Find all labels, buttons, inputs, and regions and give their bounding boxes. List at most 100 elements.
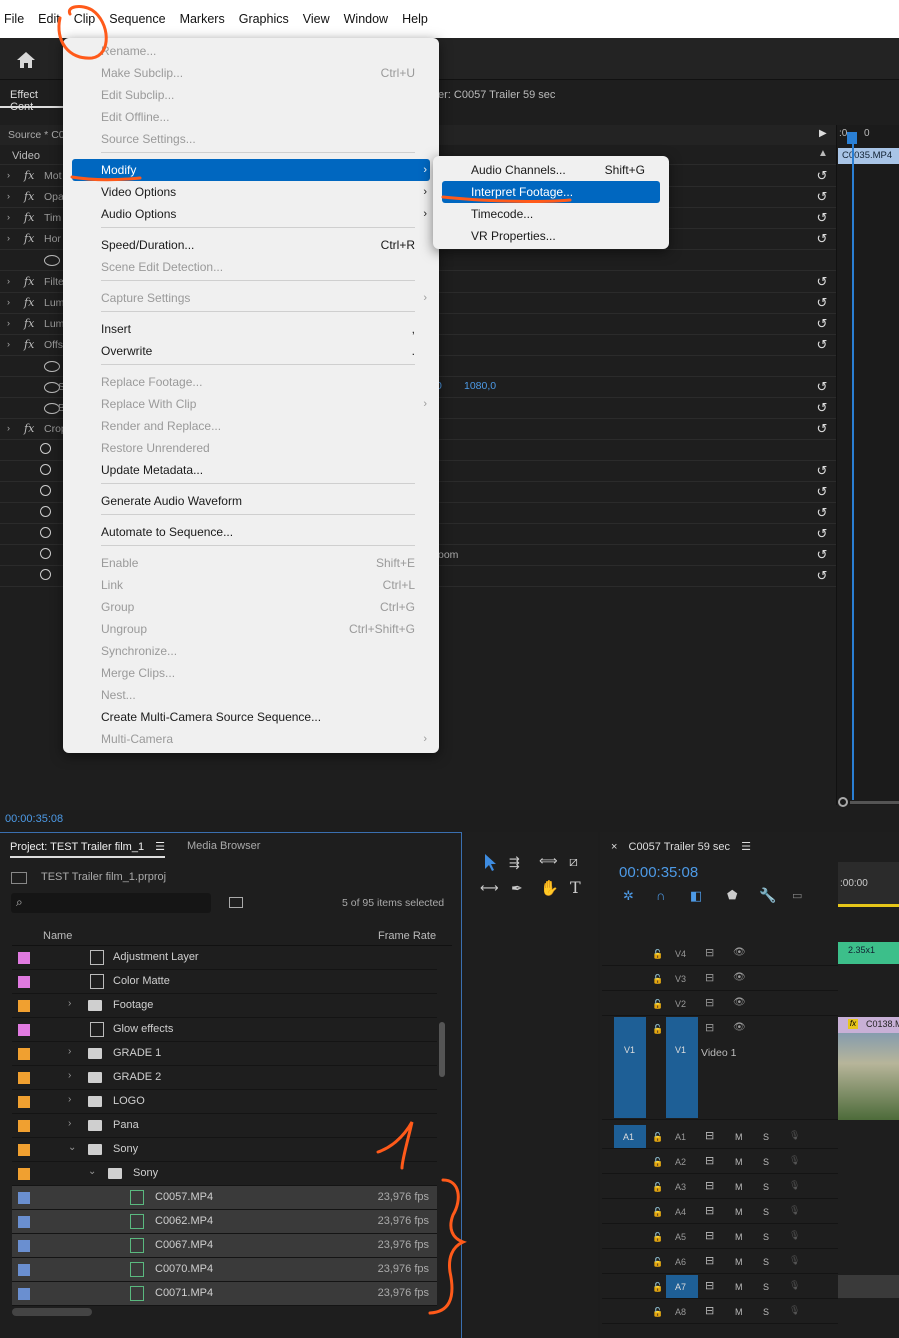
audio-track-header[interactable]: 🔓 A5 ⊟ M S 🎙: [602, 1225, 838, 1249]
clip-menu-item[interactable]: Render and Replace...: [63, 415, 439, 437]
video-track-header[interactable]: 🔓 V3 ⊟ 👁: [602, 967, 838, 991]
fx-icon[interactable]: fx: [24, 422, 34, 435]
col-name[interactable]: Name: [43, 930, 72, 942]
reset-icon[interactable]: ↺: [814, 338, 830, 352]
sync-lock-icon[interactable]: ⊟: [705, 946, 714, 959]
fx-icon[interactable]: fx: [24, 275, 34, 288]
lock-icon[interactable]: 🔓: [652, 1257, 663, 1268]
lock-icon[interactable]: 🔓: [652, 1207, 663, 1218]
stopwatch-icon[interactable]: [40, 548, 51, 559]
playhead[interactable]: [852, 140, 854, 800]
menu-view[interactable]: View: [296, 0, 337, 38]
modify-menu-item[interactable]: VR Properties...: [433, 225, 669, 247]
sync-lock-icon[interactable]: ⊟: [705, 1021, 714, 1034]
reset-icon[interactable]: ↺: [814, 190, 830, 204]
sync-lock-icon[interactable]: ⊟: [705, 971, 714, 984]
work-area-bar[interactable]: [838, 904, 899, 907]
sync-lock-icon[interactable]: ⊟: [705, 1129, 714, 1142]
list-item[interactable]: C0070.MP4 23,976 fps: [12, 1258, 437, 1282]
hand-tool-icon[interactable]: ✋: [540, 879, 559, 897]
list-item[interactable]: › Pana: [12, 1114, 437, 1138]
clip-menu-item[interactable]: Overwrite.: [63, 340, 439, 362]
clip-menu-item[interactable]: Group Ctrl+G: [63, 596, 439, 618]
fx-icon[interactable]: fx: [24, 296, 34, 309]
list-item[interactable]: ⌄ Sony: [12, 1162, 437, 1186]
audio-track-header[interactable]: 🔓 A3 ⊟ M S 🎙: [602, 1175, 838, 1199]
col-frame-rate[interactable]: Frame Rate: [378, 930, 436, 942]
disclosure-triangle-icon[interactable]: ›: [68, 998, 71, 1009]
sync-lock-icon[interactable]: ⊟: [705, 1154, 714, 1167]
audio-track-header[interactable]: 🔓 A8 ⊟ M S 🎙: [602, 1300, 838, 1324]
play-arrow-icon[interactable]: ▶: [819, 128, 827, 139]
label-color-swatch[interactable]: [18, 1144, 30, 1156]
lock-icon[interactable]: 🔓: [652, 1307, 663, 1318]
tab-sequence[interactable]: × C0057 Trailer 59 sec ☰: [611, 840, 751, 853]
clip-menu-item[interactable]: Insert,: [63, 318, 439, 340]
sync-lock-icon[interactable]: ⊟: [705, 1229, 714, 1242]
audio-track-header[interactable]: A1 🔓 A1 ⊟ M S 🎙: [602, 1125, 838, 1149]
label-color-swatch[interactable]: [18, 1168, 30, 1180]
mute-button[interactable]: M: [735, 1257, 743, 1267]
mute-button[interactable]: M: [735, 1207, 743, 1217]
eye-icon[interactable]: 👁: [733, 1022, 746, 1033]
ec-clip-bar[interactable]: C0035.MP4: [838, 148, 899, 164]
label-color-swatch[interactable]: [18, 1264, 30, 1276]
clip-menu-item[interactable]: Link Ctrl+L: [63, 574, 439, 596]
microphone-icon[interactable]: 🎙: [789, 1280, 800, 1291]
stopwatch-icon[interactable]: [40, 464, 51, 475]
razor-icon[interactable]: ⧄: [569, 853, 578, 870]
audio-track-header[interactable]: 🔓 A6 ⊟ M S 🎙: [602, 1250, 838, 1274]
clip-menu-item[interactable]: Replace With Clip ›: [63, 393, 439, 415]
lock-icon[interactable]: 🔓: [652, 1024, 663, 1035]
clip-menu-item[interactable]: Merge Clips...: [63, 662, 439, 684]
pen-tool-icon[interactable]: ✒: [511, 880, 523, 897]
menu-window[interactable]: Window: [337, 0, 395, 38]
label-color-swatch[interactable]: [18, 1240, 30, 1252]
reset-icon[interactable]: ↺: [814, 506, 830, 520]
menu-file[interactable]: File: [0, 0, 31, 38]
reset-icon[interactable]: ↺: [814, 275, 830, 289]
sync-lock-icon[interactable]: ⊟: [705, 996, 714, 1009]
label-color-swatch[interactable]: [18, 1024, 30, 1036]
tab-effect-controls[interactable]: Effect Cont: [0, 84, 64, 113]
modify-menu-item[interactable]: Audio Channels... Shift+G: [433, 159, 669, 181]
modify-menu-item[interactable]: Timecode...: [433, 203, 669, 225]
menu-graphics[interactable]: Graphics: [232, 0, 296, 38]
lock-icon[interactable]: 🔓: [652, 949, 663, 960]
reset-icon[interactable]: ↺: [814, 548, 830, 562]
selection-tool-icon[interactable]: [480, 852, 500, 872]
lock-icon[interactable]: 🔓: [652, 1132, 663, 1143]
fx-icon[interactable]: fx: [24, 232, 34, 245]
disclosure-triangle-icon[interactable]: ›: [68, 1046, 71, 1057]
list-item[interactable]: › GRADE 2: [12, 1066, 437, 1090]
solo-button[interactable]: S: [763, 1132, 769, 1142]
audio-track-header[interactable]: 🔓 A4 ⊟ M S 🎙: [602, 1200, 838, 1224]
list-item[interactable]: › GRADE 1: [12, 1042, 437, 1066]
clip-menu-item[interactable]: Ungroup Ctrl+Shift+G: [63, 618, 439, 640]
mask-ellipse-icon[interactable]: [44, 361, 60, 372]
eye-icon[interactable]: 👁: [733, 947, 746, 958]
stopwatch-icon[interactable]: [40, 569, 51, 580]
lock-icon[interactable]: 🔓: [652, 1282, 663, 1293]
param-value-2[interactable]: 1080,0: [464, 380, 496, 392]
lock-icon[interactable]: 🔓: [652, 974, 663, 985]
clip-menu-item[interactable]: Restore Unrendered: [63, 437, 439, 459]
fx-icon[interactable]: fx: [24, 338, 34, 351]
scroll-up-icon[interactable]: ▲: [818, 148, 828, 159]
stopwatch-icon[interactable]: [40, 443, 51, 454]
expand-chevron-icon[interactable]: ›: [7, 318, 10, 328]
clip-menu-item[interactable]: Modify ›: [72, 159, 430, 181]
reset-icon[interactable]: ↺: [814, 296, 830, 310]
clip-menu-item[interactable]: Nest...: [63, 684, 439, 706]
captions-icon[interactable]: ▭: [792, 889, 802, 902]
clip-menu-item[interactable]: Audio Options ›: [63, 203, 439, 225]
disclosure-triangle-icon[interactable]: ›: [68, 1118, 71, 1129]
clip-menu-item[interactable]: Update Metadata...: [63, 459, 439, 481]
label-color-swatch[interactable]: [18, 976, 30, 988]
microphone-icon[interactable]: 🎙: [789, 1255, 800, 1266]
clip-menu-item[interactable]: Speed/Duration... Ctrl+R: [63, 234, 439, 256]
playhead-handle[interactable]: [847, 132, 857, 144]
fx-icon[interactable]: fx: [24, 317, 34, 330]
mute-button[interactable]: M: [735, 1282, 743, 1292]
video-track-header[interactable]: 🔓 V4 ⊟ 👁: [602, 942, 838, 966]
